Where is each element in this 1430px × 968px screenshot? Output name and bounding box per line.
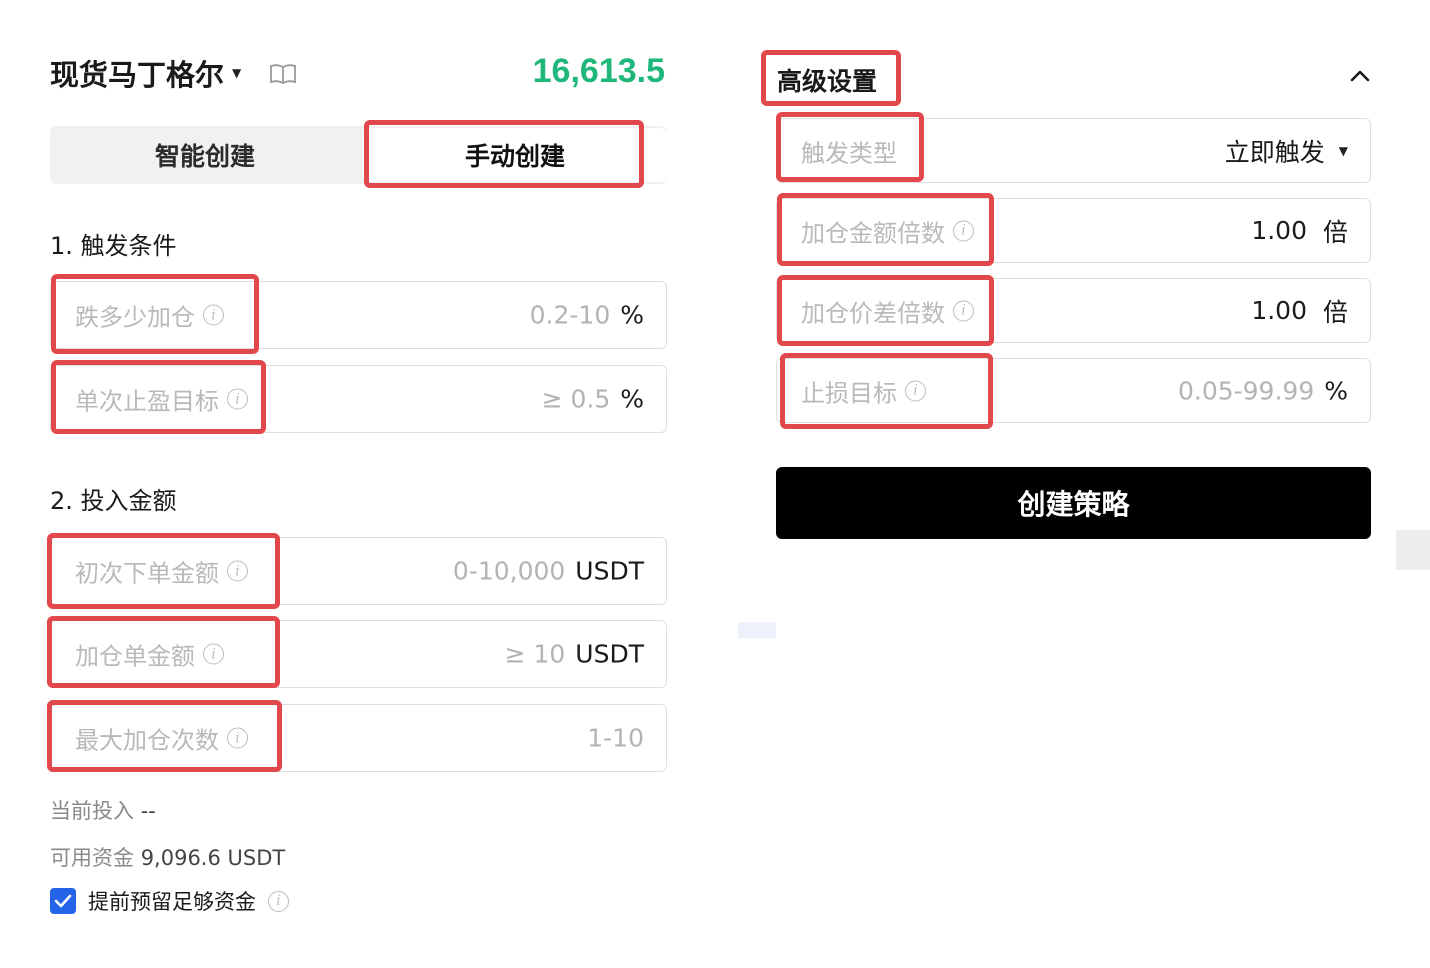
initial-order-placeholder: 0-10,000 (452, 556, 566, 586)
spread-multiplier-label: 加仓价差倍数 (801, 299, 945, 327)
add-order-label: 加仓单金额 (75, 642, 195, 671)
info-icon[interactable]: i (905, 380, 926, 401)
initial-order-field[interactable]: 初次下单金额 i 0-10,000 USDT (50, 537, 667, 605)
drop-add-field[interactable]: 跌多少加仓 i 0.2-10% (50, 281, 667, 349)
create-mode-tabs: 智能创建 手动创建 (50, 126, 667, 184)
info-icon[interactable]: i (953, 220, 974, 241)
tab-manual-create[interactable]: 手动创建 (363, 128, 667, 182)
book-icon[interactable] (268, 62, 298, 86)
multiplier-unit: 倍 (1322, 297, 1348, 327)
caret-down-icon: ▼ (1338, 143, 1348, 158)
percent-unit: % (620, 384, 644, 414)
spread-multiplier-field[interactable]: 加仓价差倍数 i 1.00 倍 (776, 278, 1371, 343)
percent-unit: % (1324, 376, 1348, 405)
info-icon[interactable]: i (268, 890, 289, 912)
add-order-placeholder: ≥ 10 (504, 639, 566, 669)
spread-multiplier-value: 1.00 (1251, 296, 1307, 325)
info-icon[interactable]: i (203, 643, 224, 665)
usdt-unit: USDT (575, 639, 644, 669)
info-icon[interactable]: i (203, 304, 224, 326)
max-adds-field[interactable]: 最大加仓次数 i 1-10 (50, 704, 667, 772)
current-price: 16,613.5 (532, 52, 665, 90)
percent-unit: % (620, 300, 644, 330)
available-label: 可用资金 (50, 846, 134, 870)
stop-loss-field[interactable]: 止损目标 i 0.05-99.99% (776, 358, 1371, 423)
trigger-type-value: 立即触发 (1224, 137, 1325, 167)
scroll-edge (1396, 530, 1430, 570)
stop-loss-placeholder: 0.05-99.99 (1177, 376, 1315, 405)
strategy-title-text: 现货马丁格尔 (50, 58, 225, 92)
decorative-shadow (738, 622, 776, 638)
info-icon[interactable]: i (227, 560, 248, 582)
checkmark-icon (54, 894, 72, 908)
take-profit-field[interactable]: 单次止盈目标 i ≥ 0.5% (50, 365, 667, 433)
drop-add-placeholder: 0.2-10 (529, 300, 611, 330)
reserve-funds-label: 提前预留足够资金 (88, 890, 256, 914)
info-icon[interactable]: i (953, 300, 974, 321)
amount-multiplier-value: 1.00 (1251, 216, 1307, 245)
advanced-settings-title[interactable]: 高级设置 (777, 62, 877, 98)
add-order-field[interactable]: 加仓单金额 i ≥ 10 USDT (50, 620, 667, 688)
section-trigger-label: 1. 触发条件 (50, 232, 177, 260)
stop-loss-label: 止损目标 (801, 379, 897, 407)
usdt-unit: USDT (575, 556, 644, 586)
trigger-type-select[interactable]: 触发类型 立即触发 ▼ (776, 118, 1371, 183)
take-profit-label: 单次止盈目标 (75, 387, 219, 416)
amount-multiplier-field[interactable]: 加仓金额倍数 i 1.00 倍 (776, 198, 1371, 263)
create-strategy-button[interactable]: 创建策略 (776, 467, 1371, 539)
caret-down-icon: ▼ (232, 66, 242, 80)
drop-add-label: 跌多少加仓 (75, 303, 195, 332)
info-icon[interactable]: i (227, 727, 248, 749)
reserve-funds-row: 提前预留足够资金 i (50, 886, 289, 916)
available-value: 9,096.6 USDT (140, 846, 286, 870)
amount-multiplier-label: 加仓金额倍数 (801, 219, 945, 247)
available-funds: 可用资金 9,096.6 USDT (50, 842, 285, 872)
reserve-funds-checkbox[interactable] (50, 888, 76, 914)
current-invest: 当前投入 -- (50, 795, 156, 825)
strategy-title[interactable]: 现货马丁格尔 ▼ (50, 52, 241, 94)
chevron-up-icon[interactable] (1348, 68, 1372, 84)
multiplier-unit: 倍 (1322, 217, 1348, 247)
trigger-type-label: 触发类型 (801, 139, 897, 167)
max-adds-label: 最大加仓次数 (75, 726, 219, 755)
section-amount-label: 2. 投入金额 (50, 487, 177, 515)
max-adds-placeholder: 1-10 (587, 723, 644, 753)
current-invest-value: -- (140, 799, 156, 823)
initial-order-label: 初次下单金额 (75, 559, 219, 588)
take-profit-placeholder: ≥ 0.5 (541, 384, 611, 414)
current-invest-label: 当前投入 (50, 799, 134, 823)
info-icon[interactable]: i (227, 388, 248, 410)
tab-smart-create[interactable]: 智能创建 (50, 126, 360, 184)
